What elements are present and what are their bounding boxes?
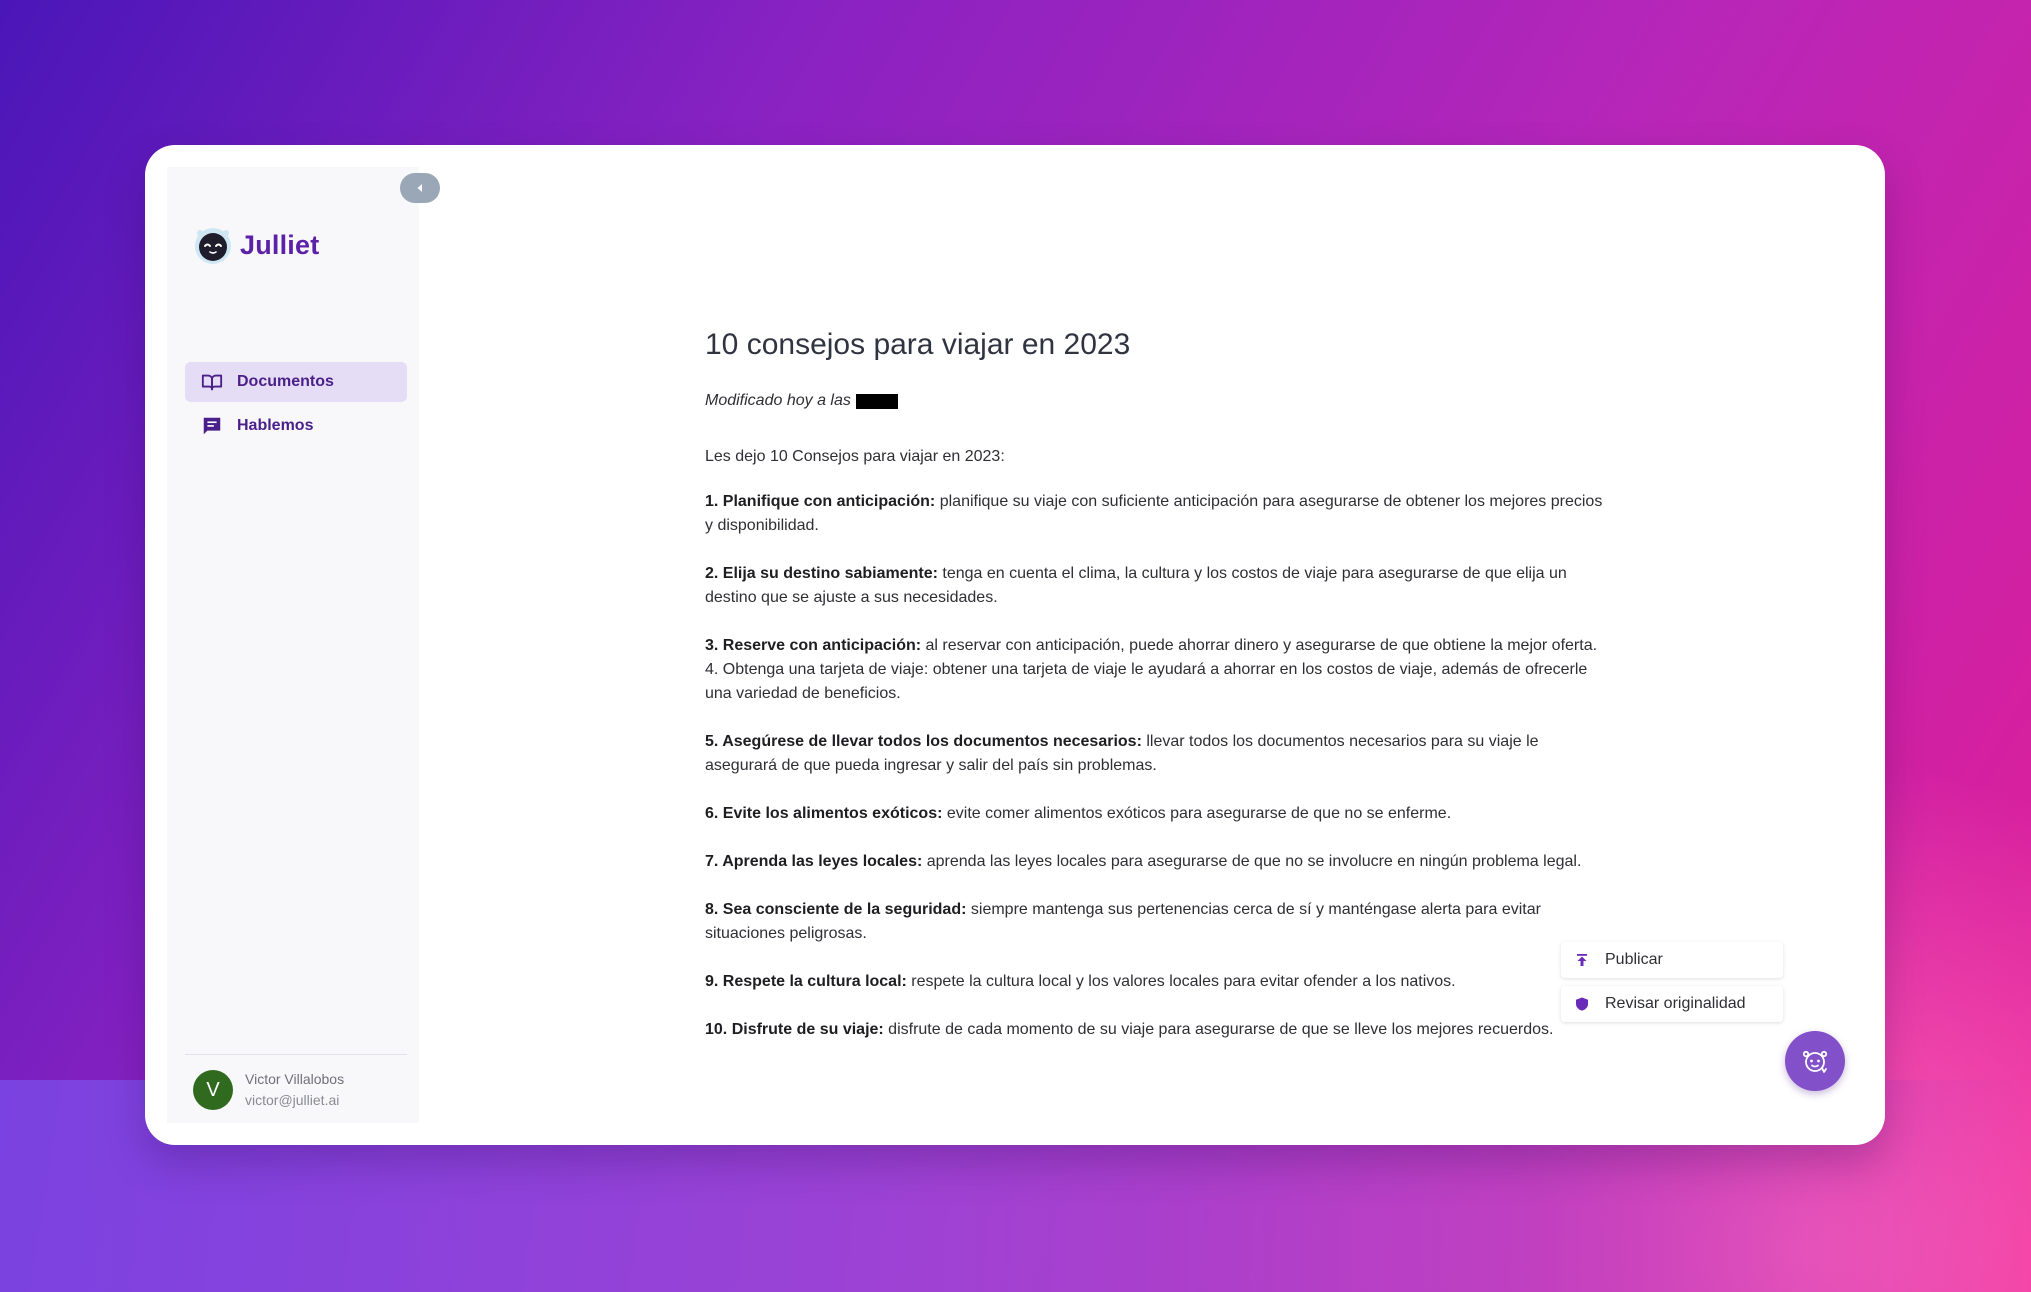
sidebar-nav: Documentos Hablemos (185, 362, 407, 450)
originality-label: Revisar originalidad (1605, 995, 1746, 1012)
tip-paragraph: 9. Respete la cultura local: respete la … (705, 973, 1456, 990)
tip-paragraph: 7. Aprenda las leyes locales: aprenda la… (705, 853, 1582, 870)
tip-paragraph: 6. Evite los alimentos exóticos: evite c… (705, 805, 1452, 822)
user-email: victor@julliet.ai (245, 1092, 340, 1108)
tip-paragraph: 3. Reserve con anticipación: al reservar… (705, 637, 1598, 702)
document-actions-menu: Publicar Revisar originalidad (1561, 942, 1783, 1030)
app-name: Julliet (240, 229, 320, 260)
sidebar-item-label: Documentos (237, 373, 334, 390)
upload-icon (1573, 951, 1591, 969)
chat-icon (201, 415, 223, 437)
assistant-button[interactable] (1785, 1031, 1845, 1091)
document-editor[interactable]: 10 consejos para viajar en 2023 Modifica… (705, 325, 1610, 1042)
document-intro: Les dejo 10 Consejos para viajar en 2023… (705, 448, 1005, 465)
app-logo[interactable]: Julliet (193, 225, 319, 265)
redacted-time (855, 393, 898, 409)
tip-paragraph: 10. Disfrute de su viaje: disfrute de ca… (705, 1021, 1554, 1038)
sidebar-divider (185, 1054, 407, 1055)
avatar: V (193, 1070, 233, 1110)
sidebar: Julliet Documentos Hablemos V Victor Vil… (167, 167, 419, 1123)
tip-paragraph: 2. Elija su destino sabiamente: tenga en… (705, 565, 1567, 606)
chevron-left-icon (417, 184, 422, 192)
check-originality-button[interactable]: Revisar originalidad (1561, 986, 1783, 1022)
modified-timestamp: Modificado hoy a las (705, 392, 1610, 410)
book-icon (201, 371, 223, 393)
tip-paragraph: 8. Sea consciente de la seguridad: siemp… (705, 901, 1541, 942)
user-profile[interactable]: V Victor Villalobos victor@julliet.ai (193, 1069, 344, 1111)
robot-logo-icon (195, 228, 231, 264)
sidebar-item-hablemos[interactable]: Hablemos (185, 406, 407, 446)
sidebar-item-label: Hablemos (237, 417, 314, 434)
shield-icon (1573, 995, 1591, 1013)
tip-paragraph: 1. Planifique con anticipación: planifiq… (705, 493, 1603, 534)
document-title[interactable]: 10 consejos para viajar en 2023 (705, 325, 1610, 365)
sidebar-item-documentos[interactable]: Documentos (185, 362, 407, 402)
publish-label: Publicar (1605, 951, 1663, 968)
app-window: Julliet Documentos Hablemos V Victor Vil… (145, 145, 1885, 1145)
collapse-sidebar-button[interactable] (400, 173, 440, 203)
tip-paragraph: 5. Asegúrese de llevar todos los documen… (705, 733, 1539, 774)
robot-icon (1802, 1050, 1828, 1073)
publish-button[interactable]: Publicar (1561, 942, 1783, 978)
user-name: Victor Villalobos (245, 1071, 345, 1087)
